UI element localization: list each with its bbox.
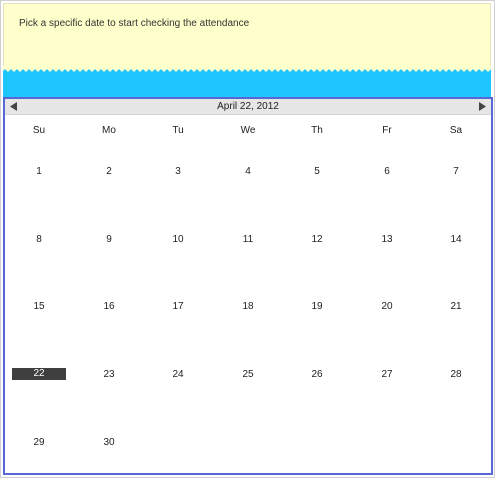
calendar-day[interactable]: 5 — [297, 166, 337, 177]
calendar-day[interactable]: 11 — [228, 234, 268, 245]
calendar-title: April 22, 2012 — [217, 101, 279, 112]
instruction-text: Pick a specific date to start checking t… — [19, 18, 250, 29]
calendar-day[interactable]: 13 — [367, 234, 407, 245]
triangle-right-icon — [479, 102, 486, 111]
calendar-day[interactable]: 6 — [367, 166, 407, 177]
calendar-day[interactable]: 10 — [158, 234, 198, 245]
calendar-day[interactable]: 12 — [297, 234, 337, 245]
calendar-day[interactable]: 26 — [297, 369, 337, 380]
calendar-day[interactable]: 24 — [158, 369, 198, 380]
weekday-label: Sa — [449, 125, 463, 136]
calendar-day[interactable]: 3 — [158, 166, 198, 177]
calendar-day[interactable]: 17 — [158, 301, 198, 312]
next-month-button[interactable] — [475, 99, 489, 114]
weekday-label: Su — [32, 125, 46, 136]
zigzag-edge — [3, 66, 491, 72]
calendar-day[interactable]: 29 — [19, 437, 59, 448]
calendar-day[interactable]: 1 — [19, 166, 59, 177]
decorative-band — [3, 66, 491, 98]
calendar: April 22, 2012 Su Mo Tu We Th Fr Sa 1 2 3 4 5 6 7 8 9 10… — [3, 97, 493, 475]
instruction-panel: Pick a specific date to start checking t… — [3, 3, 491, 70]
calendar-day[interactable]: 16 — [89, 301, 129, 312]
calendar-day[interactable]: 30 — [89, 437, 129, 448]
calendar-day[interactable]: 28 — [436, 369, 476, 380]
weekday-label: Tu — [172, 125, 184, 136]
calendar-day[interactable]: 20 — [367, 301, 407, 312]
calendar-day[interactable]: 4 — [228, 166, 268, 177]
calendar-day[interactable]: 15 — [19, 301, 59, 312]
weekday-label: We — [240, 125, 256, 136]
weekday-label: Fr — [382, 125, 392, 136]
calendar-day[interactable]: 2 — [89, 166, 129, 177]
calendar-day-selected[interactable]: 22 — [12, 368, 66, 380]
calendar-day[interactable]: 25 — [228, 369, 268, 380]
calendar-day[interactable]: 21 — [436, 301, 476, 312]
calendar-day[interactable]: 23 — [89, 369, 129, 380]
calendar-day[interactable]: 27 — [367, 369, 407, 380]
calendar-day[interactable]: 8 — [19, 234, 59, 245]
calendar-day[interactable]: 9 — [89, 234, 129, 245]
calendar-header: April 22, 2012 — [5, 99, 491, 115]
calendar-day[interactable]: 18 — [228, 301, 268, 312]
calendar-day[interactable]: 19 — [297, 301, 337, 312]
weekday-label: Mo — [102, 125, 116, 136]
calendar-day[interactable]: 7 — [436, 166, 476, 177]
calendar-day[interactable]: 14 — [436, 234, 476, 245]
weekday-label: Th — [311, 125, 323, 136]
